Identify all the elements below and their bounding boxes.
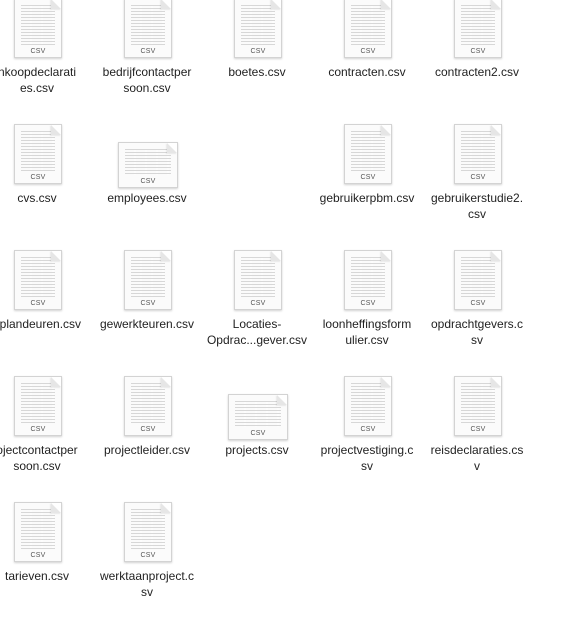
file-type-badge: CSV xyxy=(30,426,46,433)
file-type-badge: CSV xyxy=(250,300,266,307)
file-type-badge: CSV xyxy=(30,552,46,559)
file-item[interactable]: CSV gewerkteuren.csv xyxy=(88,248,206,374)
file-type-badge: CSV xyxy=(140,300,156,307)
file-name-line: werktaanproject.c xyxy=(99,569,195,583)
file-item[interactable]: CSV opdrachtgevers.c sv xyxy=(418,248,536,374)
file-type-badge: CSV xyxy=(360,300,376,307)
file-item[interactable]: CSV werktaanproject.c sv xyxy=(88,500,206,617)
file-item[interactable]: CSV boetes.csv xyxy=(198,0,316,122)
file-item[interactable]: CSV gebruikerstudie2. csv xyxy=(418,122,536,248)
file-type-badge: CSV xyxy=(30,174,46,181)
file-item[interactable]: CSV projectleider.csv xyxy=(88,374,206,500)
file-type-badge: CSV xyxy=(30,300,46,307)
file-name-label: employees.csv xyxy=(82,190,212,206)
file-type-badge: CSV xyxy=(250,430,266,437)
file-name-line: sv xyxy=(141,585,153,599)
file-type-badge: CSV xyxy=(360,426,376,433)
file-type-badge: CSV xyxy=(140,552,156,559)
file-type-badge: CSV xyxy=(30,48,46,55)
file-type-badge: CSV xyxy=(360,174,376,181)
file-type-badge: CSV xyxy=(250,48,266,55)
file-item[interactable]: CSV loonheffingsform ulier.csv xyxy=(308,248,426,374)
file-name-label: contracten2.csv xyxy=(412,64,542,80)
file-name-label: werktaanproject.c sv xyxy=(82,568,212,600)
file-item[interactable]: CSV contracten2.csv xyxy=(418,0,536,122)
file-item[interactable]: CSV cvs.csv xyxy=(0,122,96,248)
file-item[interactable]: CSV projects.csv xyxy=(198,374,316,500)
file-item[interactable]: CSV reisdeclaraties.cs v xyxy=(418,374,536,500)
file-item[interactable]: CSV employees.csv xyxy=(88,122,206,248)
file-item[interactable]: CSV contracten.csv xyxy=(308,0,426,122)
file-name-line: gebruikerstudie2. xyxy=(430,191,524,205)
file-name-line: contracten2.csv xyxy=(434,65,520,79)
file-type-badge: CSV xyxy=(470,426,486,433)
file-item[interactable]: CSV gebruikerpbm.csv xyxy=(308,122,426,248)
file-type-badge: CSV xyxy=(470,174,486,181)
file-type-badge: CSV xyxy=(470,48,486,55)
file-name-line: v xyxy=(474,459,480,473)
file-name-line: soon.csv xyxy=(123,81,171,95)
file-item[interactable]: CSV bedrijfcontactper soon.csv xyxy=(88,0,206,122)
file-name-line: employees.csv xyxy=(107,191,187,205)
file-name-line: sv xyxy=(471,333,483,347)
file-name-line: soon.csv xyxy=(13,459,61,473)
file-name-line: csv xyxy=(468,207,486,221)
file-type-badge: CSV xyxy=(360,48,376,55)
file-item[interactable]: CSV eplandeuren.csv xyxy=(0,248,96,374)
file-name-line: opdrachtgevers.c xyxy=(430,317,524,331)
file-type-badge: CSV xyxy=(140,426,156,433)
file-item[interactable]: CSV nkoopdeclarati es.csv xyxy=(0,0,96,122)
file-item[interactable]: CSV projectvestiging.c sv xyxy=(308,374,426,500)
file-name-label: reisdeclaraties.cs v xyxy=(412,442,542,474)
file-name-label: opdrachtgevers.c sv xyxy=(412,316,542,348)
file-type-badge: CSV xyxy=(470,300,486,307)
finder-icon-grid: CSV nkoopdeclarati es.csv CSV bedrijfcontact… xyxy=(0,0,577,617)
file-name-line: reisdeclaraties.cs xyxy=(430,443,524,457)
file-item[interactable]: CSV ojectcontactper soon.csv xyxy=(0,374,96,500)
file-type-badge: CSV xyxy=(140,178,156,185)
file-name-label: gebruikerstudie2. csv xyxy=(412,190,542,222)
file-type-badge: CSV xyxy=(140,48,156,55)
file-item[interactable]: CSV Locaties- Opdrac...gever.csv xyxy=(198,248,316,374)
